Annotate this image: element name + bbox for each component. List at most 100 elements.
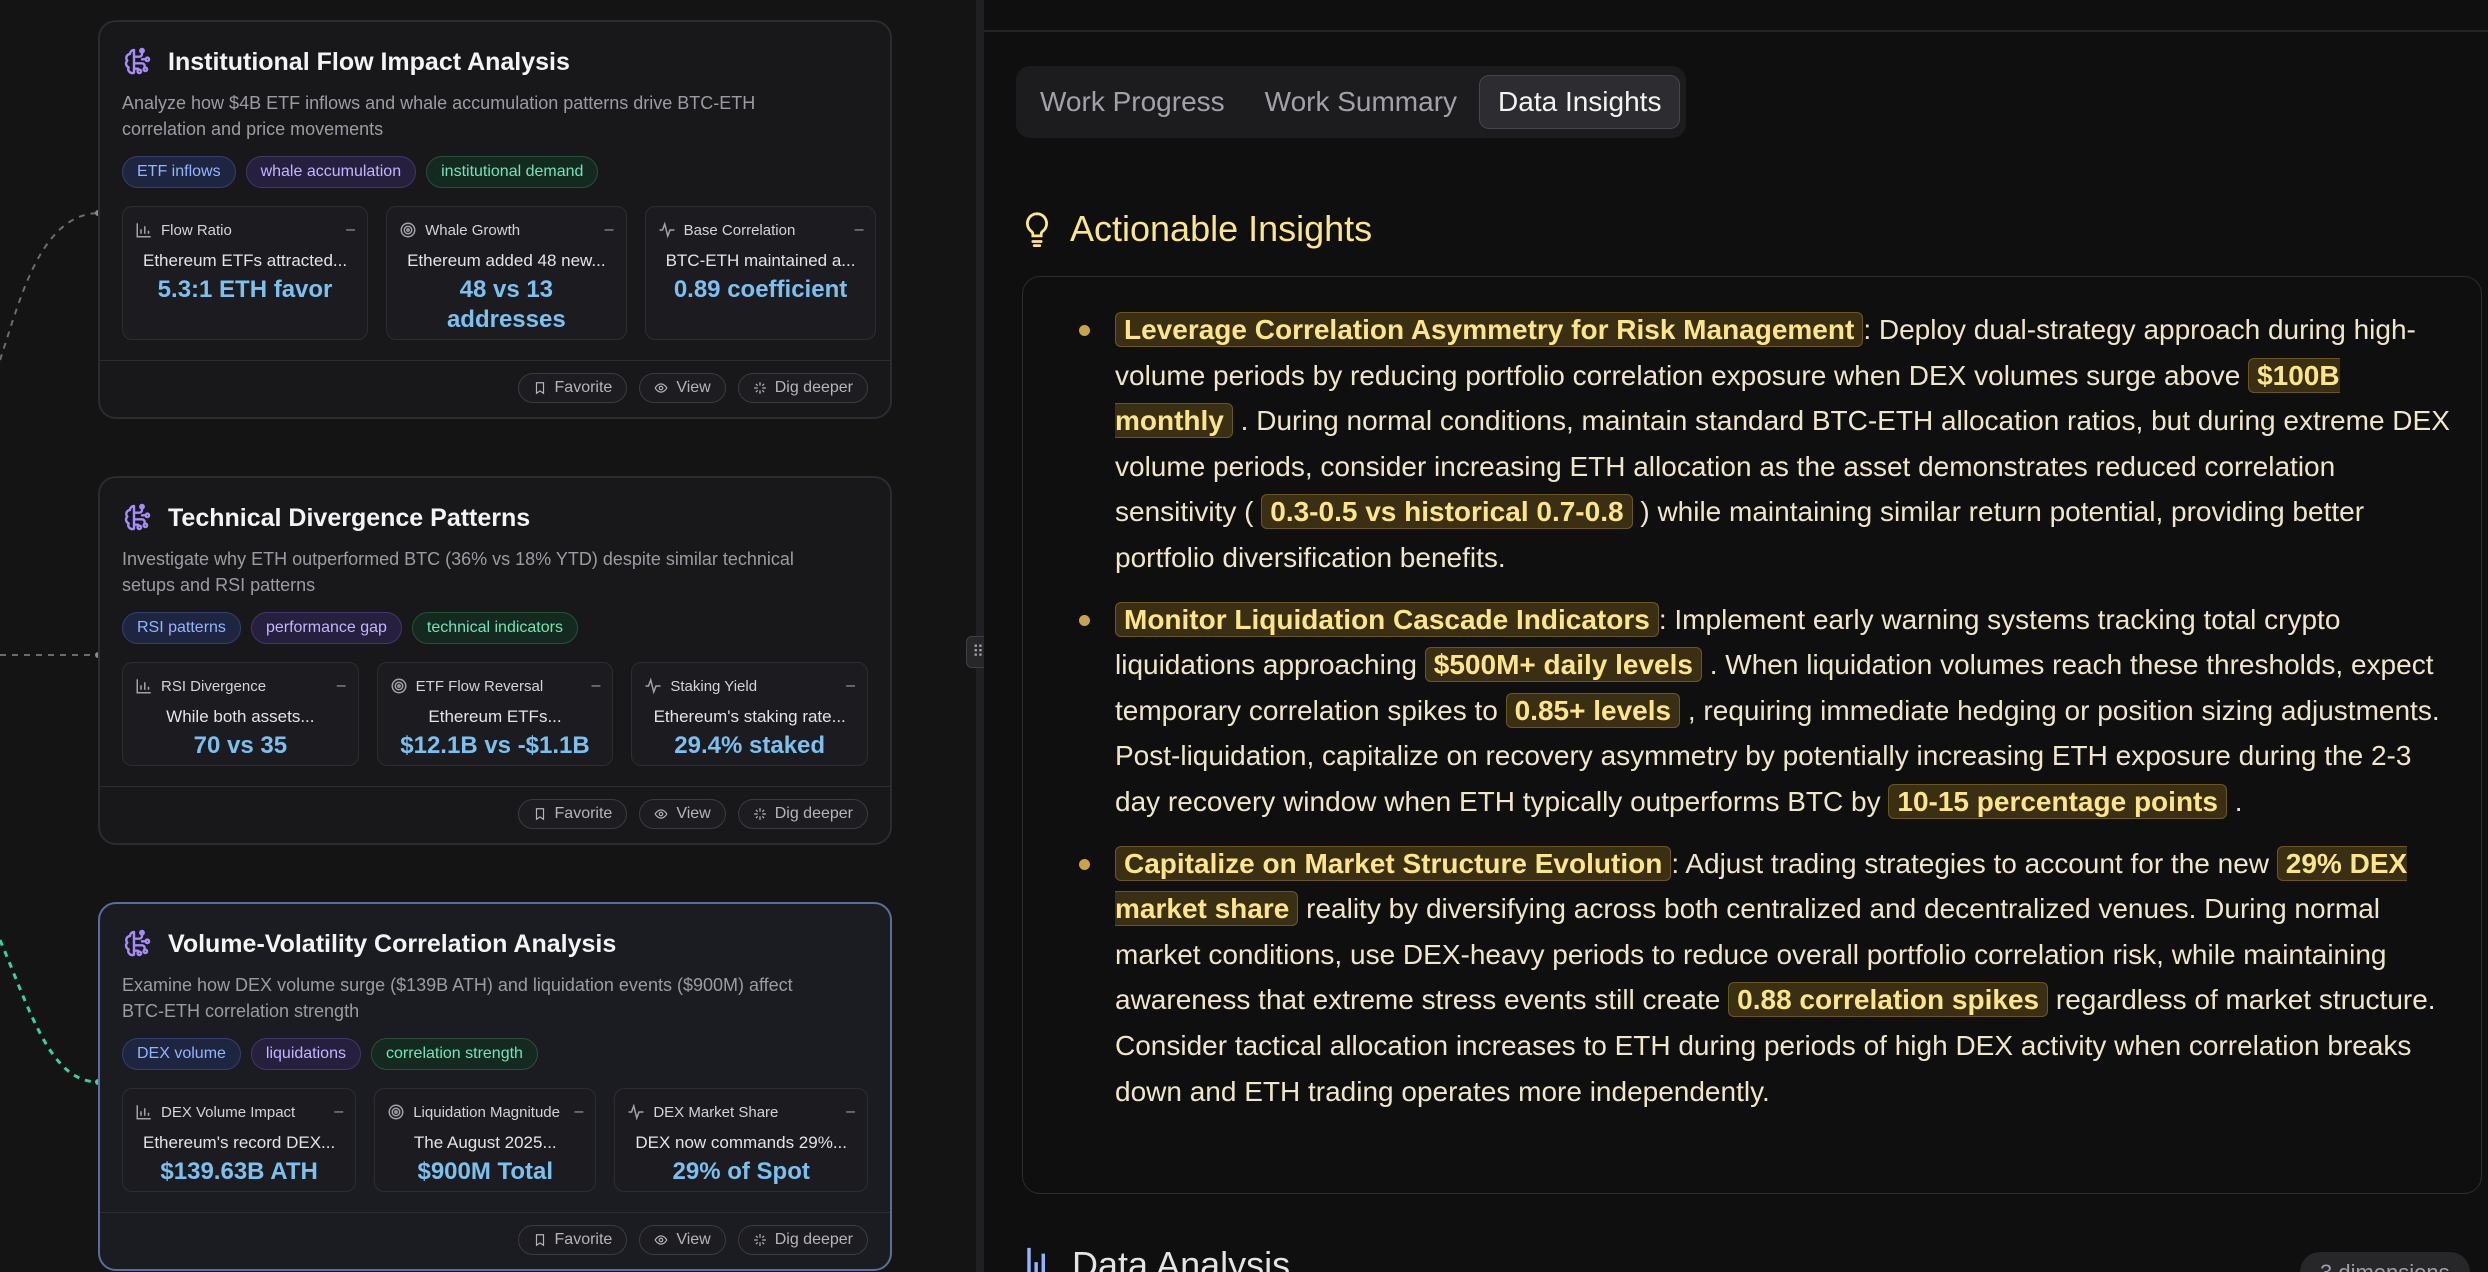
tag[interactable]: whale accumulation [245,156,417,188]
metric-text: DEX now commands 29%... [635,1133,847,1152]
tag[interactable]: technical indicators [411,612,578,644]
metric-value: 70 vs 35 [193,732,288,759]
sparkle-icon [753,1234,766,1246]
tab-work-progress[interactable]: Work Progress [1022,76,1243,128]
detail-panel: Work Progress Work Summary Data Insights… [984,0,2488,1272]
tag[interactable]: ETF inflows [122,156,236,188]
metric-tile[interactable]: Liquidation Magnitude – The August 2025.… [374,1088,597,1192]
collapse-icon[interactable]: – [574,1103,583,1121]
favorite-button[interactable]: Favorite [517,799,628,829]
tag[interactable]: performance gap [250,612,402,644]
dig-deeper-button[interactable]: Dig deeper [737,1225,868,1255]
view-button[interactable]: View [639,1225,726,1255]
insight-canvas[interactable]: Institutional Flow Impact Analysis Analy… [0,0,976,1272]
sparkle-icon [753,382,766,394]
metric-tile[interactable]: Whale Growth – Ethereum added 48 new... … [386,206,627,340]
card-description: Investigate why ETH outperformed BTC (36… [122,549,794,595]
eye-icon [654,383,668,393]
activity-icon [645,677,661,695]
tag-list: RSI patterns performance gap technical i… [100,598,890,644]
metric-tile[interactable]: Base Correlation – BTC-ETH maintained a.… [644,206,877,340]
insight-card[interactable]: Technical Divergence Patterns Investigat… [98,476,892,845]
card-footer: Favorite View Dig deeper [100,1212,890,1269]
dig-deeper-button[interactable]: Dig deeper [737,799,868,829]
view-button[interactable]: View [639,799,726,829]
list-item: Monitor Liquidation Cascade Indicators: … [1063,597,2451,825]
section-title: Data Analysis [1072,1244,1291,1272]
metric-text: BTC-ETH maintained a... [665,251,856,270]
target-icon [388,1104,404,1120]
metric-grid: RSI Divergence – While both assets... 70… [100,644,890,766]
metric-text: Ethereum's staking rate... [653,707,846,726]
favorite-button[interactable]: Favorite [517,1225,628,1255]
connector-line-1 [0,212,99,361]
metric-value: 48 vs 13 addresses [446,276,566,333]
metric-grid: Flow Ratio – Ethereum ETFs attracted... … [100,188,890,340]
insights-list: Leverage Correlation Asymmetry for Risk … [1022,276,2482,1194]
metric-value: $900M Total [417,1158,554,1185]
tab-data-insights[interactable]: Data Insights [1479,75,1681,129]
view-button[interactable]: View [639,373,726,403]
brain-icon [124,929,151,957]
connector-line-3 [0,939,99,1084]
metric-text: Ethereum ETFs attracted... [143,251,348,270]
collapse-icon[interactable]: – [846,1103,855,1121]
insight-card-selected[interactable]: Volume-Volatility Correlation Analysis E… [98,902,892,1271]
collapse-icon[interactable]: – [346,221,355,239]
tag[interactable]: institutional demand [426,156,599,188]
metric-value: 29.4% staked [674,732,826,759]
brain-icon [124,503,151,531]
tab-work-summary[interactable]: Work Summary [1247,76,1475,128]
card-footer: Favorite View Dig deeper [100,360,890,417]
top-divider [984,30,2488,32]
tag[interactable]: DEX volume [122,1038,241,1070]
collapse-icon[interactable]: – [337,677,346,695]
card-title: Volume-Volatility Correlation Analysis [168,929,617,958]
collapse-icon[interactable]: – [334,1103,343,1121]
collapse-icon[interactable]: – [855,221,864,239]
lightbulb-icon [1026,212,1048,247]
metric-text: Ethereum added 48 new... [407,251,606,270]
list-item: Capitalize on Market Structure Evolution… [1063,841,2451,1115]
tag[interactable]: liquidations [250,1038,361,1070]
activity-icon [628,1103,644,1121]
target-icon [391,678,407,694]
collapse-icon[interactable]: – [846,677,855,695]
card-description: Examine how DEX volume surge ($139B ATH)… [122,975,793,1021]
favorite-button[interactable]: Favorite [517,373,628,403]
dig-deeper-button[interactable]: Dig deeper [737,373,868,403]
bookmark-icon [535,1234,544,1247]
bar-chart-icon [136,1105,151,1120]
insight-card[interactable]: Institutional Flow Impact Analysis Analy… [98,20,892,419]
metric-value: $12.1B vs -$1.1B [400,732,590,759]
metric-tile[interactable]: Staking Yield – Ethereum's staking rate.… [631,662,869,766]
tag[interactable]: RSI patterns [122,612,241,644]
bar-chart-icon [1027,1247,1045,1272]
collapse-icon[interactable]: – [591,677,600,695]
metric-tile[interactable]: DEX Volume Impact – Ethereum's record DE… [122,1088,357,1192]
collapse-icon[interactable]: – [605,221,614,239]
metric-tile[interactable]: ETF Flow Reversal – Ethereum ETFs... $12… [376,662,614,766]
section-heading: Data Analysis [1024,1244,1290,1272]
card-footer: Favorite View Dig deeper [100,786,890,843]
metric-text: Ethereum's record DEX... [143,1133,336,1152]
metric-tile[interactable]: RSI Divergence – While both assets... 70… [122,662,359,766]
tag[interactable]: correlation strength [370,1038,538,1070]
bookmark-icon [535,382,544,395]
section-heading: Actionable Insights [1024,208,1372,250]
section-title: Actionable Insights [1070,208,1373,249]
metric-tile[interactable]: Flow Ratio – Ethereum ETFs attracted... … [122,206,369,340]
metric-value: $139.63B ATH [160,1158,318,1185]
tag-list: DEX volume liquidations correlation stre… [100,1024,890,1070]
brain-icon [124,47,151,75]
sparkle-icon [753,808,766,820]
metric-text: Ethereum ETFs... [428,707,562,726]
metric-tile[interactable]: DEX Market Share – DEX now commands 29%.… [614,1088,868,1192]
tab-bar: Work Progress Work Summary Data Insights [1016,66,1687,138]
target-icon [400,222,416,238]
bookmark-icon [535,808,544,821]
list-item: Leverage Correlation Asymmetry for Risk … [1063,307,2451,581]
card-description: Analyze how $4B ETF inflows and whale ac… [122,93,756,139]
metric-value: 0.89 coefficient [673,276,848,303]
metric-text: While both assets... [166,707,315,726]
